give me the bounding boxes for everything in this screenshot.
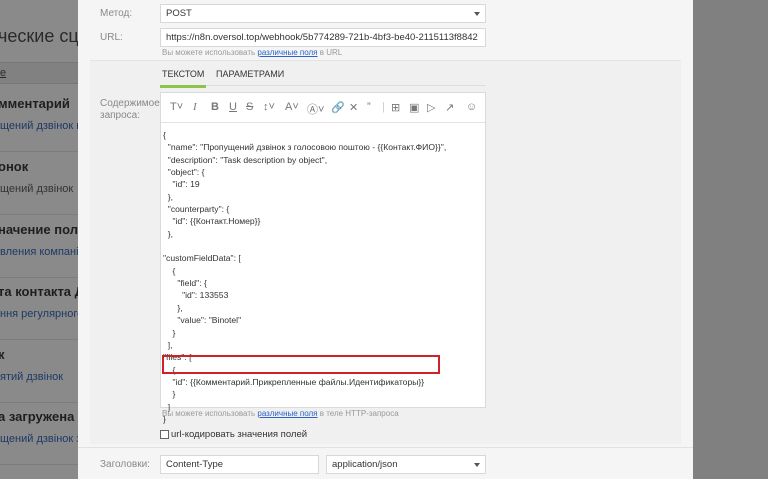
url-input[interactable]: https://n8n.oversol.top/webhook/5b774289… — [160, 28, 486, 47]
code-line: "field": { — [163, 278, 207, 289]
font-size-icon[interactable]: ↕˅ — [263, 101, 275, 113]
code-line: "value": "Binotel" — [163, 315, 242, 326]
url-label: URL: — [100, 32, 123, 43]
background-row-link[interactable]: щений дзвінок з г — [0, 433, 88, 445]
underline-icon[interactable]: U — [229, 101, 237, 113]
text-format-icon[interactable]: T˅ — [170, 101, 183, 113]
headers-label: Заголовки: — [100, 459, 150, 470]
request-body-code[interactable]: { "name": "Пропущений дзвінок з голосово… — [163, 129, 483, 425]
background-row-link[interactable]: вления компанії в — [0, 246, 91, 258]
tab-parameters[interactable]: ПАРАМЕТРАМИ — [216, 69, 284, 86]
code-line: { — [163, 265, 176, 276]
tab-text[interactable]: ТЕКСТОМ — [160, 69, 207, 88]
link-icon[interactable]: 🔗 — [331, 101, 345, 114]
header-name-input[interactable]: Content-Type — [160, 455, 319, 474]
toolbar-separator: | — [382, 101, 385, 113]
header-value-text: application/json — [332, 459, 398, 470]
video-icon[interactable]: ▷ — [427, 101, 435, 114]
method-select-value: POST — [166, 8, 192, 19]
strikethrough-icon[interactable]: S — [246, 101, 253, 113]
background-row-title: а загружена — [0, 409, 75, 424]
body-format-tabs: ТЕКСТОМ ПАРАМЕТРАМИ — [160, 69, 486, 88]
section-divider — [78, 447, 693, 448]
code-line: "id": 19 — [163, 179, 200, 190]
urlencode-checkbox[interactable] — [160, 430, 169, 439]
text-color-icon[interactable]: A˅ — [285, 101, 299, 113]
quote-icon[interactable]: ” — [367, 101, 371, 113]
background-right-strip — [690, 0, 768, 479]
background-page-title: ческие сце — [0, 26, 89, 46]
code-line: }, — [163, 191, 174, 202]
code-line: "id": 133553 — [163, 290, 229, 301]
code-line: "description": "Task description by obje… — [163, 154, 328, 165]
italic-icon[interactable]: I — [193, 101, 197, 113]
background-column-header-label[interactable]: е — [0, 67, 6, 79]
chevron-down-icon — [474, 12, 480, 16]
insert-icon[interactable]: ↗ — [445, 101, 454, 114]
urlencode-label[interactable]: url-кодировать значения полей — [171, 429, 307, 440]
bold-icon[interactable]: B — [211, 101, 219, 113]
url-fields-link[interactable]: различные поля — [257, 48, 317, 57]
code-line: "counterparty": { — [163, 204, 230, 215]
highlight-annotation-box — [162, 355, 440, 374]
chevron-down-icon — [474, 463, 480, 467]
code-line: }, — [163, 228, 174, 239]
editor-toolbar: T˅ I B U S ↕˅ A˅ Ⓐ˅ 🔗 ✕ ” | ⊞ ▣ ▷ ↗ ☺ — [161, 93, 485, 123]
background-row-title: мментарий — [0, 96, 70, 111]
code-line: "customFieldData": [ — [163, 253, 241, 264]
code-line: ], — [163, 339, 173, 350]
code-line: }, — [163, 302, 183, 313]
background-row-link[interactable]: щений дзвінок — [0, 183, 73, 195]
code-line: "id": {{Контакт.Номер}} — [163, 216, 261, 227]
url-hint: Вы можете использовать различные поля в … — [162, 48, 343, 57]
method-label: Метод: — [100, 8, 133, 19]
body-hint: Вы можете использовать различные поля в … — [162, 409, 399, 418]
image-icon[interactable]: ▣ — [409, 101, 419, 114]
background-row-link[interactable]: ятий дзвінок — [0, 371, 63, 383]
header-value-select[interactable]: application/json — [326, 455, 486, 474]
method-select[interactable]: POST — [160, 4, 486, 23]
smile-icon[interactable]: ☺ — [466, 101, 477, 113]
code-line: { — [163, 130, 166, 140]
code-line: "name": "Пропущений дзвінок з голосовою … — [163, 142, 447, 153]
body-fields-link[interactable]: различные поля — [257, 409, 317, 418]
background-row-title: к — [0, 347, 5, 362]
body-label: Содержимое запроса: — [100, 98, 160, 121]
emoji-face-icon[interactable]: Ⓐ˅ — [307, 101, 324, 117]
eraser-icon[interactable]: ✕ — [349, 101, 358, 114]
code-line: "id": {{Комментарий.Прикрепленные файлы.… — [163, 376, 425, 387]
code-line: } — [163, 327, 176, 338]
background-row-title: онок — [0, 159, 29, 174]
code-line: } — [163, 389, 176, 400]
table-icon[interactable]: ⊞ — [391, 101, 400, 114]
webhook-settings-modal: Метод: POST URL: https://n8n.oversol.top… — [78, 0, 693, 479]
code-line: "object": { — [163, 167, 205, 178]
